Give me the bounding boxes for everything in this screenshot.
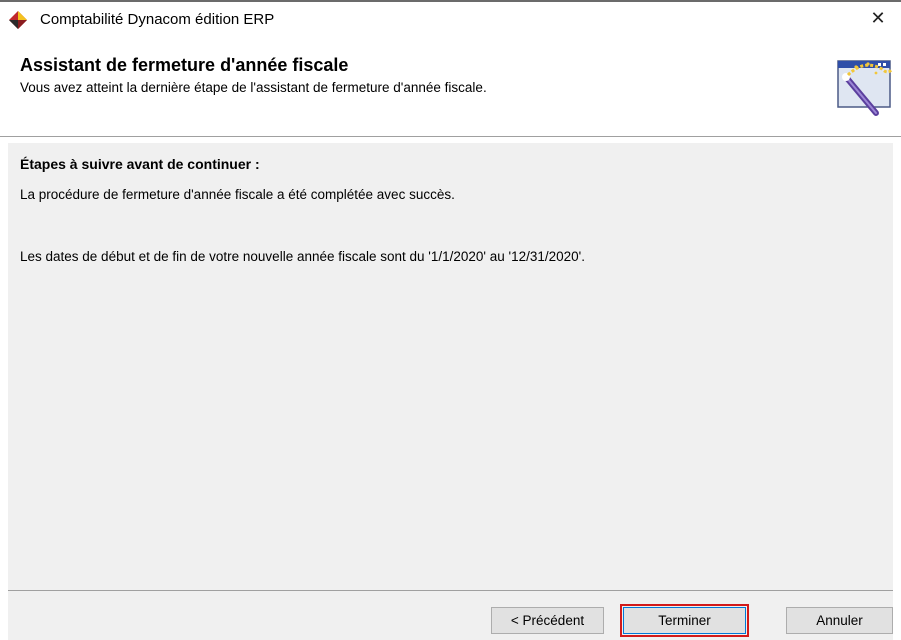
header-divider-highlight [0,137,901,138]
success-message: La procédure de fermeture d'année fiscal… [20,187,455,202]
wizard-subtitle: Vous avez atteint la dernière étape de l… [20,80,487,95]
wizard-wand-icon [837,60,894,116]
window-title: Comptabilité Dynacom édition ERP [40,11,275,28]
wizard-header: Assistant de fermeture d'année fiscale V… [0,35,901,136]
steps-heading: Étapes à suivre avant de continuer : [20,156,260,172]
finish-button-label: Terminer [658,613,711,628]
previous-button[interactable]: < Précédent [491,607,604,634]
cancel-button[interactable]: Annuler [786,607,893,634]
dynacom-diamond-icon [9,11,27,29]
close-button[interactable]: ✕ [855,2,901,35]
finish-button[interactable]: Terminer [623,607,746,634]
wizard-content-panel: Étapes à suivre avant de continuer : La … [8,143,893,590]
close-icon: ✕ [870,8,886,28]
button-bar: < Précédent Terminer Annuler [8,590,893,640]
fiscal-year-dates-message: Les dates de début et de fin de votre no… [20,249,585,264]
wizard-title: Assistant de fermeture d'année fiscale [20,55,349,75]
title-bar[interactable]: Comptabilité Dynacom édition ERP ✕ [0,2,901,35]
